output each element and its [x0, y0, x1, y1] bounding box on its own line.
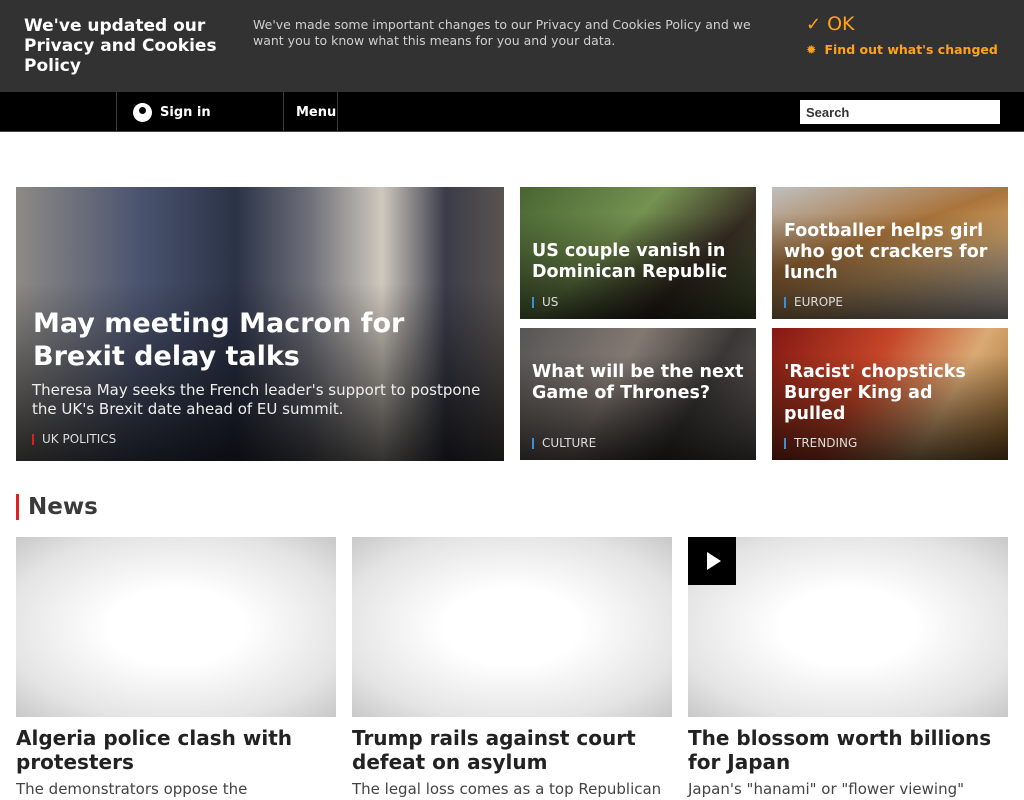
news-story[interactable]: Algeria police clash with protesters The…	[16, 537, 336, 799]
news-heading[interactable]: News	[16, 494, 98, 520]
story-summary: The demonstrators oppose the	[16, 780, 248, 798]
card-tag[interactable]: EUROPE	[784, 296, 843, 308]
sign-in-button[interactable]: Sign in	[116, 92, 284, 132]
checkmark-icon: ✓	[806, 14, 822, 35]
hero-story[interactable]: May meeting Macron for Brexit delay talk…	[16, 187, 504, 461]
story-card[interactable]: 'Racist' chopsticks Burger King ad pulle…	[772, 328, 1008, 460]
find-out-label: Find out what's changed	[824, 42, 998, 57]
card-tag[interactable]: CULTURE	[532, 437, 596, 449]
news-story[interactable]: The blossom worth billions for Japan Jap…	[688, 537, 1008, 799]
story-summary: Japan's "hanami" or "flower viewing"	[688, 780, 964, 798]
cookie-text: We've made some important changes to our…	[253, 17, 751, 48]
sign-in-label: Sign in	[160, 104, 211, 120]
user-icon	[133, 102, 152, 122]
ok-button[interactable]: ✓ OK	[806, 13, 855, 35]
story-image[interactable]	[16, 537, 336, 717]
menu-button[interactable]: Menu	[283, 92, 338, 132]
card-title[interactable]: Footballer helps girl who got crackers f…	[784, 221, 999, 284]
ok-label: OK	[827, 13, 855, 35]
story-card[interactable]: Footballer helps girl who got crackers f…	[772, 187, 1008, 319]
cookie-title: We've updated our Privacy and Cookies Po…	[24, 16, 217, 76]
search-input[interactable]	[800, 100, 1000, 124]
story-summary: The legal loss comes as a top Republican	[352, 780, 662, 798]
card-tag[interactable]: US	[532, 296, 558, 308]
card-title[interactable]: US couple vanish in Dominican Republic	[532, 241, 747, 283]
find-out-link[interactable]: ✹ Find out what's changed	[806, 42, 998, 57]
story-image[interactable]	[688, 537, 1008, 717]
card-tag[interactable]: TRENDING	[784, 437, 857, 449]
story-image[interactable]	[352, 537, 672, 717]
news-story[interactable]: Trump rails against court defeat on asyl…	[352, 537, 672, 799]
gear-icon: ✹	[806, 42, 817, 57]
card-title[interactable]: 'Racist' chopsticks Burger King ad pulle…	[784, 362, 999, 425]
card-title[interactable]: What will be the next Game of Thrones?	[532, 362, 747, 404]
story-title[interactable]: The blossom worth billions for Japan	[688, 726, 1008, 774]
story-title[interactable]: Algeria police clash with protesters	[16, 726, 336, 774]
hero-summary: Theresa May seeks the French leader's su…	[32, 381, 481, 418]
cookie-banner: We've updated our Privacy and Cookies Po…	[0, 0, 1024, 92]
story-card[interactable]: US couple vanish in Dominican Republic US	[520, 187, 756, 319]
story-title[interactable]: Trump rails against court defeat on asyl…	[352, 726, 672, 774]
play-icon[interactable]	[688, 537, 736, 585]
hero-tag[interactable]: UK POLITICS	[32, 433, 116, 445]
hero-title[interactable]: May meeting Macron for Brexit delay talk…	[33, 307, 473, 373]
story-card[interactable]: What will be the next Game of Thrones? CU…	[520, 328, 756, 460]
